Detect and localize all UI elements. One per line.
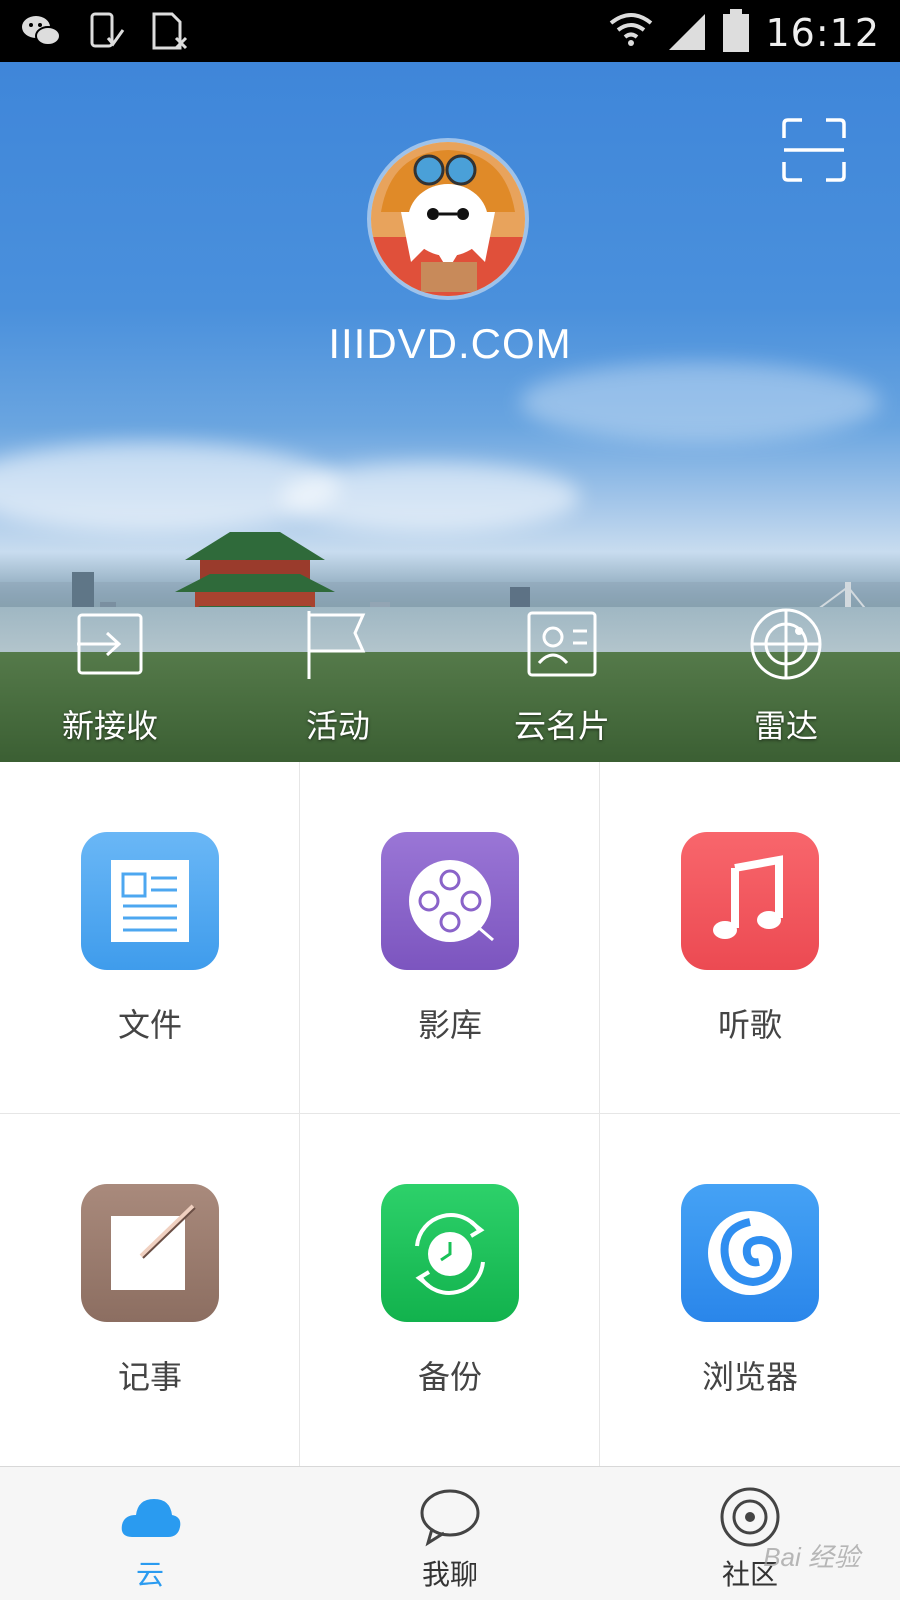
quick-action-label: 活动 [305,707,370,745]
tab-community[interactable]: 社区 [600,1467,900,1600]
quick-action-card[interactable]: 云名片 [482,607,642,757]
avatar[interactable] [367,138,529,300]
app-music[interactable]: 听歌 [600,762,900,1114]
cloud-icon [121,1499,181,1537]
app-label: 听歌 [717,1006,782,1044]
app-grid: 文件 影库 听歌 记事 备份 浏览器 [0,762,900,1466]
app-label: 备份 [417,1358,482,1396]
avatar-image [371,142,525,296]
phone-check-icon [84,10,126,52]
wifi-icon [609,9,653,57]
tab-cloud[interactable]: 云 [0,1467,300,1600]
quick-action-label: 雷达 [753,707,818,745]
status-bar: 16:12 [0,0,900,62]
notification-icons [20,10,190,52]
contact-card-icon [527,611,597,677]
receive-arrow-icon [77,613,143,675]
app-files[interactable]: 文件 [0,762,300,1114]
quick-action-label: 新接收 [61,707,158,745]
app-video-library[interactable]: 影库 [300,762,600,1114]
film-reel-icon [381,832,519,970]
username: IIIDVD.COM [328,320,572,367]
backup-clock-icon [381,1184,519,1322]
tab-label: 云 [135,1558,164,1591]
music-note-icon [681,832,819,970]
app-notes[interactable]: 记事 [0,1114,300,1466]
tab-chat[interactable]: 我聊 [300,1467,600,1600]
app-backup[interactable]: 备份 [300,1114,600,1466]
note-pen-icon [81,1184,219,1322]
quick-action-receive[interactable]: 新接收 [30,607,190,757]
flag-icon [307,611,366,679]
app-label: 浏览器 [701,1358,798,1396]
scan-icon [782,118,846,182]
quick-action-activity[interactable]: 活动 [258,607,418,757]
signal-icon [667,10,707,56]
wechat-icon [20,10,62,52]
sim-blocked-icon [148,10,190,52]
app-label: 记事 [117,1358,182,1396]
profile-header: IIIDVD.COM 新接收 活动 云名片 雷达 [0,62,900,762]
app-label: 文件 [117,1006,182,1044]
document-icon [81,832,219,970]
system-status: 16:12 [609,8,880,58]
quick-action-label: 云名片 [513,707,610,745]
tab-label: 我聊 [421,1558,478,1591]
chat-bubble-icon [420,1489,480,1547]
app-browser[interactable]: 浏览器 [600,1114,900,1466]
clock: 16:12 [765,11,880,55]
battery-icon [721,8,751,58]
bottom-navigation: 云 我聊 社区 Bai 经验 [0,1466,900,1600]
app-label: 影库 [417,1006,482,1044]
cloud-decoration [520,362,880,442]
quick-actions: 新接收 活动 云名片 雷达 [0,607,900,757]
watermark: Bai 经验 [763,1542,860,1572]
browser-swirl-icon [681,1184,819,1322]
quick-action-radar[interactable]: 雷达 [706,607,866,757]
radar-icon [750,608,822,680]
scan-button[interactable] [782,118,846,182]
